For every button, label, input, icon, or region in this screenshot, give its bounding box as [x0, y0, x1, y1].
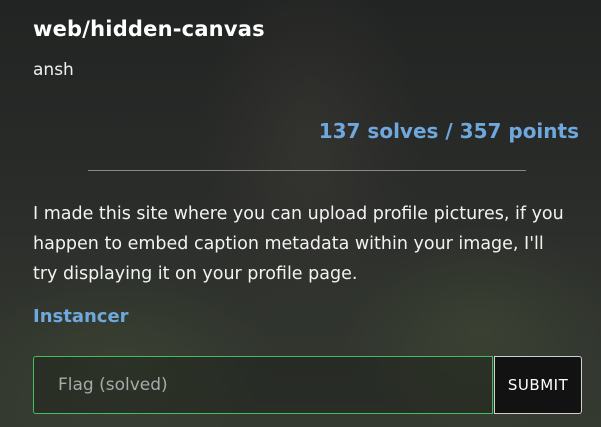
flag-form: SUBMIT: [33, 356, 582, 414]
challenge-card: web/hidden-canvas ansh 137 solves / 357 …: [0, 0, 601, 427]
solves-points-stat: 137 solves / 357 points: [318, 119, 579, 143]
challenge-description: I made this site where you can upload pr…: [33, 204, 564, 284]
divider: [88, 170, 526, 171]
instancer-link[interactable]: Instancer: [33, 306, 129, 327]
submit-button[interactable]: SUBMIT: [494, 356, 582, 414]
flag-input[interactable]: [33, 356, 494, 414]
challenge-title: web/hidden-canvas: [33, 17, 265, 41]
challenge-author: ansh: [33, 60, 74, 80]
